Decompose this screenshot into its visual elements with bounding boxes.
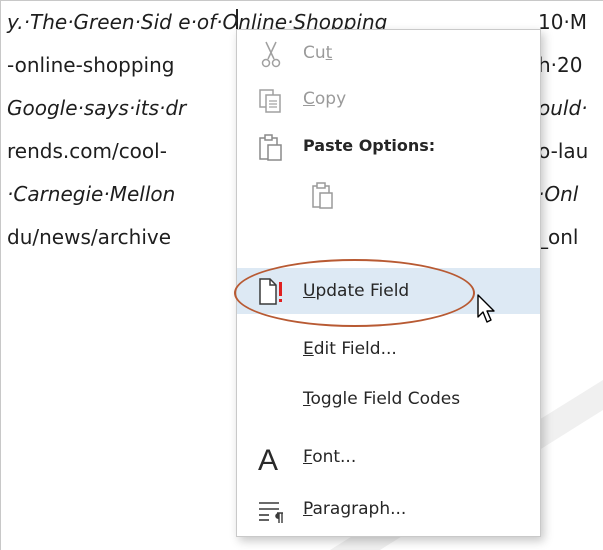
document-text-line[interactable]: rends.com/cool- <box>7 136 167 166</box>
menu-heading-paste-options: Paste Options: <box>237 122 540 170</box>
document-text-right: ·Onl <box>538 182 579 206</box>
menu-item-font[interactable]: A Font... <box>237 434 540 480</box>
document-text-left: Google·says·its·dr <box>7 96 187 120</box>
highlight-callout-ellipse <box>234 259 475 327</box>
menu-item-toggle-field-codes-label: Toggle Field Codes <box>303 389 461 409</box>
menu-item-font-label: Font... <box>303 447 357 467</box>
document-text-left: rends.com/cool- <box>7 139 167 163</box>
document-text-right: o-lau <box>538 139 589 163</box>
document-text-left: y.·The·Green·Sid <box>7 10 172 34</box>
menu-item-toggle-field-codes[interactable]: Toggle Field Codes <box>237 376 540 422</box>
document-text-right: _onl <box>538 225 579 249</box>
mouse-pointer-icon <box>477 294 495 323</box>
document-text-left: du/news/archive <box>7 225 172 249</box>
document-text-line[interactable]: -online-shopping <box>7 50 174 80</box>
paste-options-label: Paste Options: <box>303 136 436 155</box>
document-text-right: 10·M <box>538 10 588 34</box>
document-text-line[interactable]: du/news/archive <box>7 222 171 252</box>
menu-item-copy-label: Copy <box>303 89 347 109</box>
menu-item-copy[interactable]: Copy <box>237 76 540 122</box>
document-text-right: ould· <box>538 96 588 120</box>
document-text-left: ·Carnegie·Mellon <box>7 182 176 206</box>
paste-keep-text-only-button[interactable] <box>297 170 349 222</box>
menu-item-paragraph-label: Paragraph... <box>303 499 407 519</box>
document-text-right: h·20 <box>538 53 583 77</box>
menu-item-edit-field-label: Edit Field... <box>303 339 397 359</box>
paragraph-icon <box>255 494 287 526</box>
svg-text:A: A <box>258 444 278 474</box>
menu-item-edit-field[interactable]: Edit Field... <box>237 326 540 372</box>
scissors-icon <box>255 38 287 70</box>
document-text-line[interactable]: ·Carnegie·Mellon <box>7 179 175 209</box>
document-text-left: -online-shopping <box>7 53 175 77</box>
clipboard-icon <box>255 132 287 164</box>
font-icon: A <box>255 442 287 477</box>
copy-icon <box>255 84 287 116</box>
menu-item-cut-label: Cut <box>303 43 333 63</box>
menu-item-cut[interactable]: Cut <box>237 30 540 76</box>
paste-keep-text-only-icon <box>307 180 339 212</box>
menu-item-paragraph[interactable]: Paragraph... <box>237 486 540 532</box>
document-text-line[interactable]: Google·says·its·dr <box>7 93 186 123</box>
